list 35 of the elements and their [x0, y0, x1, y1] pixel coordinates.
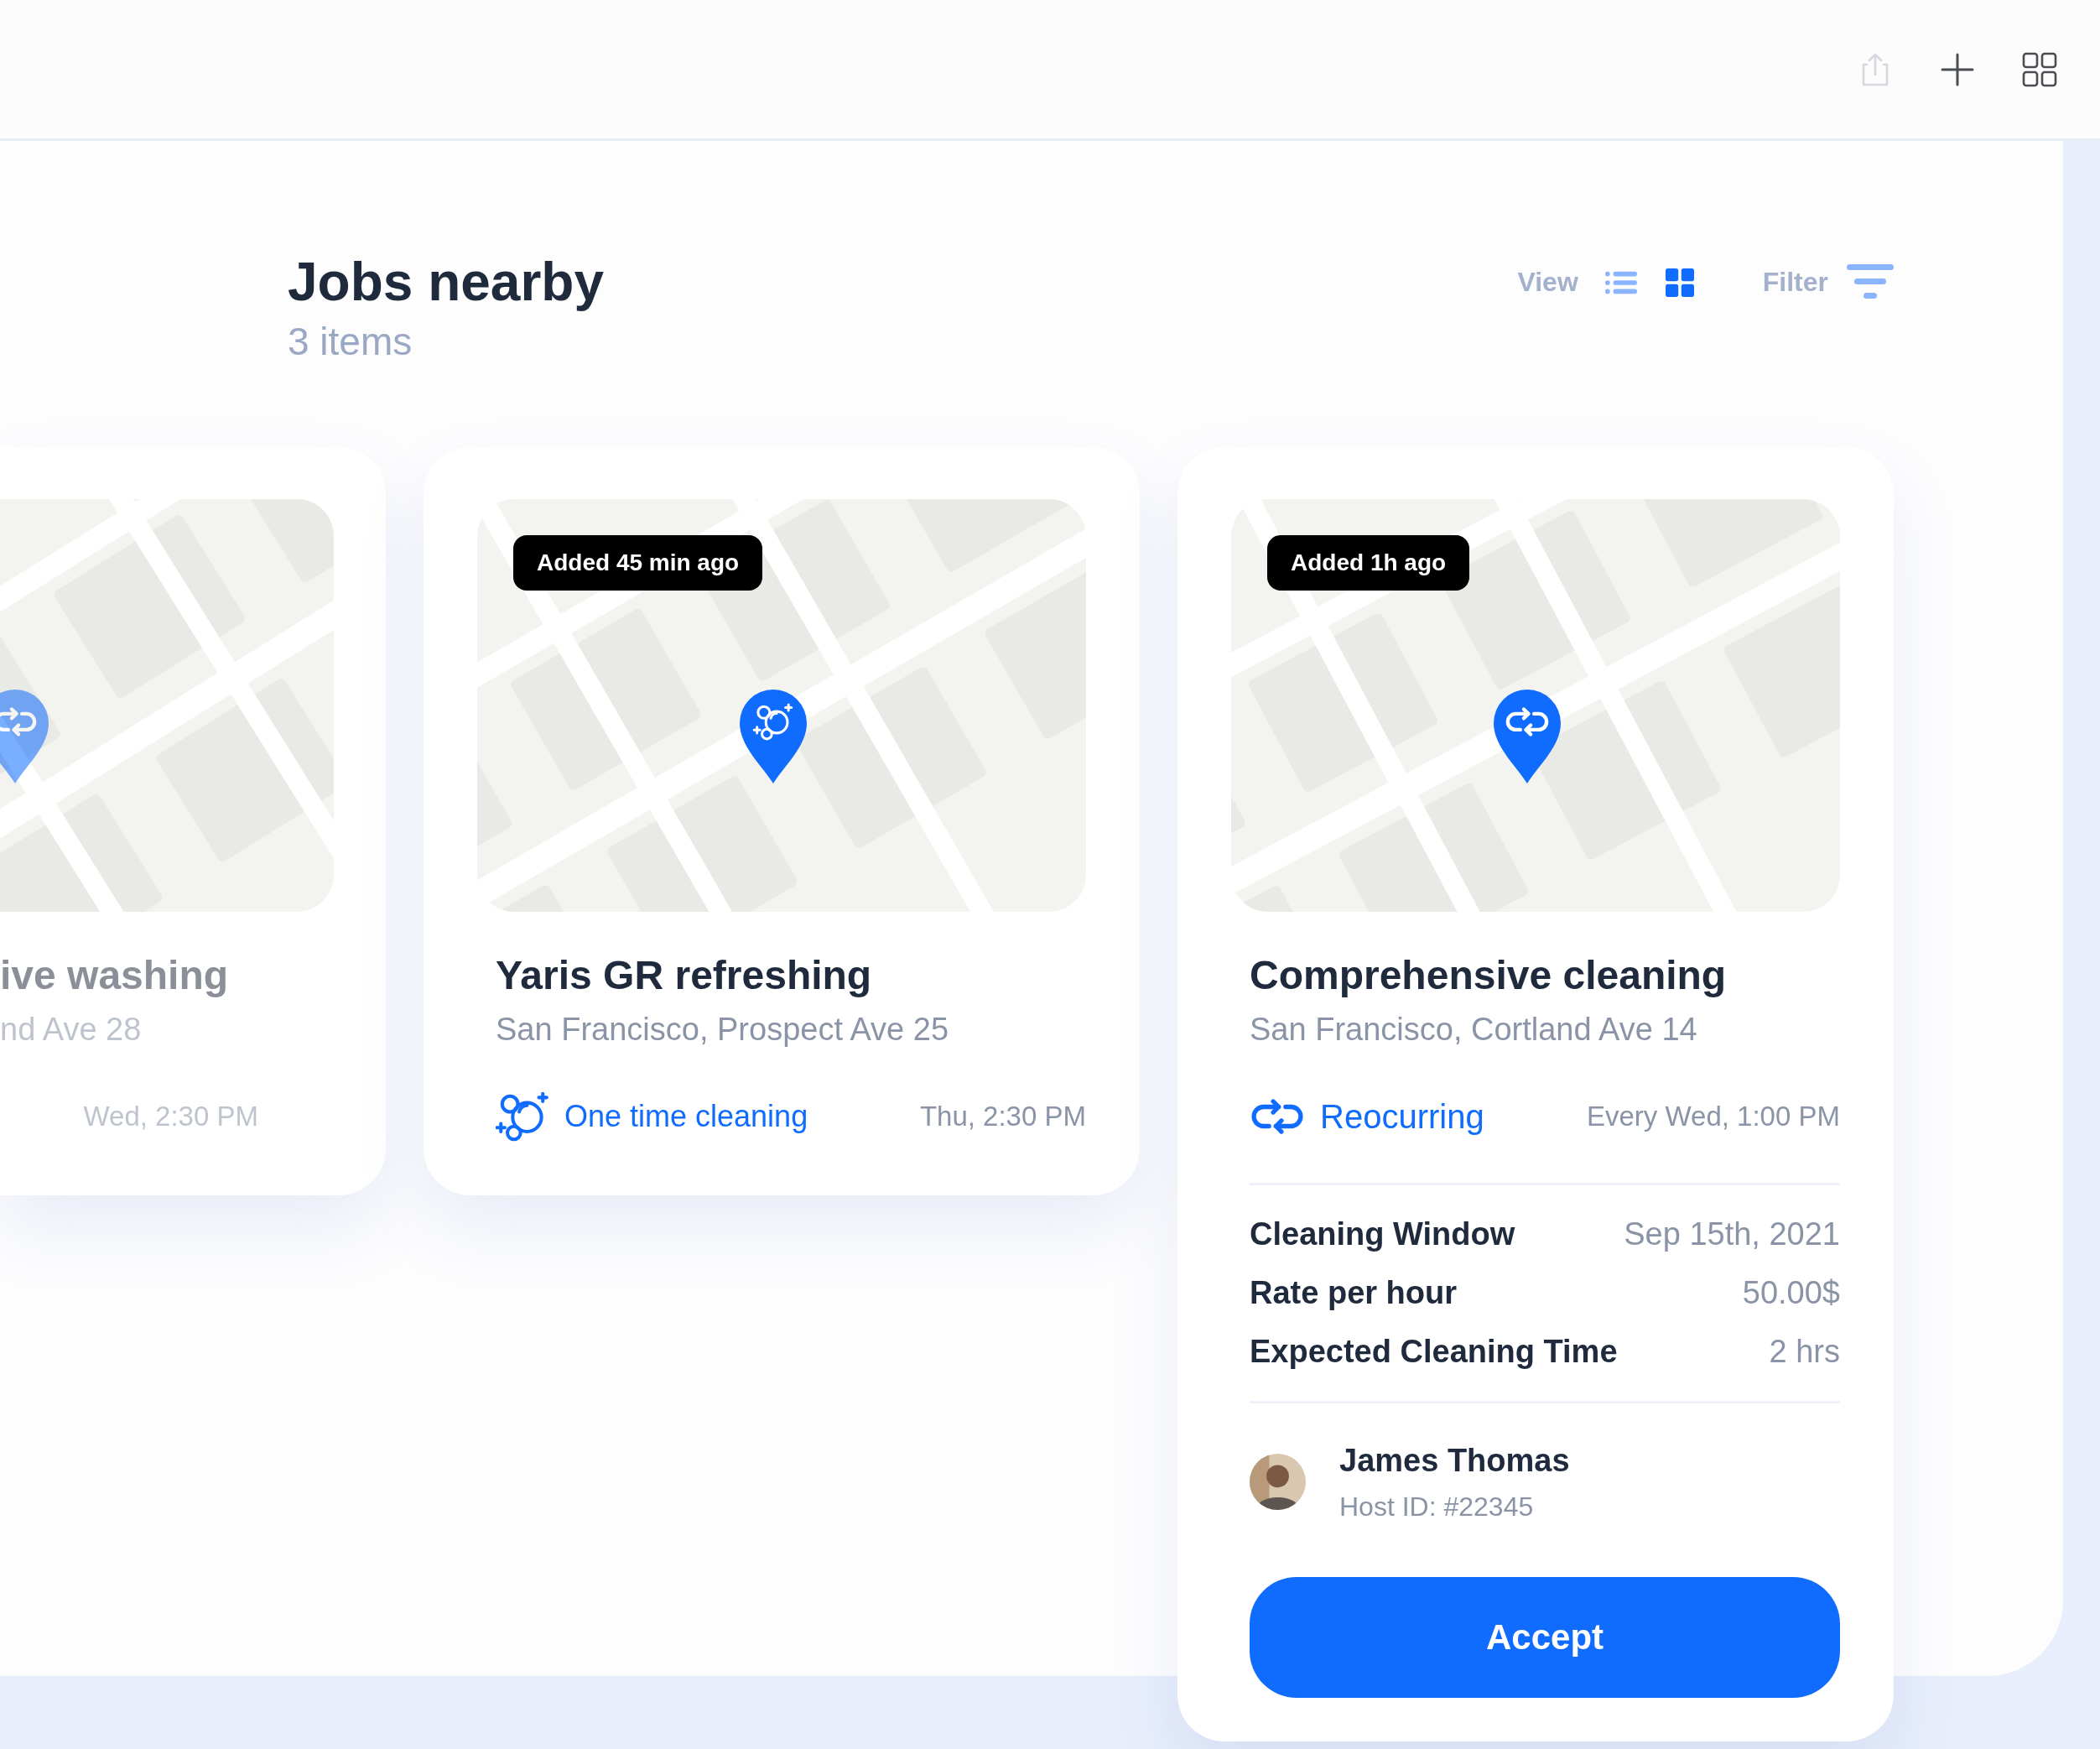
repeat-icon — [1250, 1097, 1305, 1136]
host-id: Host ID: #22345 — [1339, 1491, 1535, 1523]
job-title: Comprehensive cleaning — [1250, 952, 1728, 999]
job-card[interactable]: Added 45 min ago Yaris GR refreshing San Francisco, Prospect Ave 25 One time cleaning Thu, 2:30 PM — [424, 447, 1140, 1195]
job-title: ive washing — [0, 952, 230, 999]
map-pin-icon — [1494, 690, 1561, 783]
job-time: Thu, 2:30 PM — [919, 1101, 1086, 1132]
job-time: Every Wed, 1:00 PM — [1587, 1101, 1840, 1132]
detail-label: Expected Cleaning Time — [1250, 1333, 1618, 1370]
detail-label: Rate per hour — [1250, 1274, 1458, 1311]
job-time: Wed, 2:30 PM — [83, 1101, 258, 1132]
bubbles-icon — [496, 1090, 549, 1143]
detail-value: 2 hrs — [1769, 1333, 1840, 1370]
detail-label: Cleaning Window — [1250, 1215, 1515, 1252]
job-title: Yaris GR refreshing — [496, 952, 873, 999]
job-address: nd Ave 28 — [0, 1011, 143, 1049]
view-label: View — [1517, 267, 1578, 298]
job-address: San Francisco, Cortland Ave 14 — [1250, 1011, 1698, 1049]
map-pin-icon — [0, 690, 49, 783]
grid-view-icon[interactable] — [1663, 268, 1696, 297]
page-title: Jobs nearby — [288, 251, 605, 314]
item-count: 3 items — [288, 319, 413, 365]
accept-button[interactable]: Accept — [1250, 1577, 1840, 1698]
job-card[interactable]: ive washing nd Ave 28 Wed, 2:30 PM — [0, 447, 386, 1195]
service-label: One time cleaning — [564, 1099, 808, 1134]
detail-value: 50.00$ — [1742, 1274, 1840, 1311]
job-card[interactable] — [1177, 447, 1894, 1741]
map-pin-icon — [740, 690, 807, 783]
service-label: Reocurring — [1320, 1097, 1484, 1136]
time-badge: Added 1h ago — [1267, 535, 1470, 591]
job-address: San Francisco, Prospect Ave 25 — [496, 1011, 950, 1049]
detail-value: Sep 15th, 2021 — [1624, 1215, 1840, 1252]
apps-grid-icon[interactable] — [2021, 50, 2058, 88]
host-name: James Thomas — [1339, 1442, 1570, 1480]
time-badge: Added 45 min ago — [513, 535, 763, 591]
